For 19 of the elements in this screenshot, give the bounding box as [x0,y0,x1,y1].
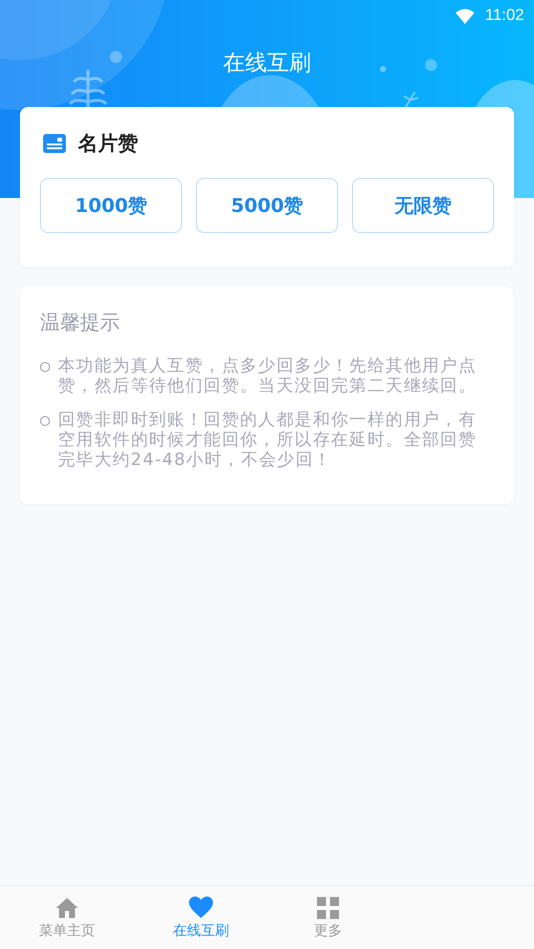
nav-tab[interactable]: 更多 [268,886,388,949]
tip-text: 回赞非即时到账！回赞的人都是和你一样的用户，有空用软件的时候才能回你，所以存在延时。全部回赞完毕大约24-48小时，不会少回！ [58,410,478,470]
card-title: 名片赞 [78,130,138,156]
home-icon [55,896,79,920]
like-option-button[interactable]: 无限赞 [352,178,494,233]
nav-tab[interactable]: 在线互刷 [134,886,268,949]
bullet-icon [40,416,50,426]
page-title: 在线互刷 [222,50,312,78]
heart-icon [189,896,213,920]
wifi-icon [455,8,476,24]
like-option-button[interactable]: 1000赞 [40,178,182,233]
bullet-icon [40,362,50,372]
grid-icon [316,896,340,920]
status-time: 11:02 [485,7,524,25]
id-card-icon [43,134,66,152]
like-option-button[interactable]: 5000赞 [196,178,338,233]
tips-title: 温馨提示 [40,309,121,336]
tip-text: 本功能为真人互赞，点多少回多少！先给其他用户点赞，然后等待他们回赞。当天没回完第二天继续回。 [58,356,478,396]
nav-tab[interactable]: 菜单主页 [0,886,134,949]
